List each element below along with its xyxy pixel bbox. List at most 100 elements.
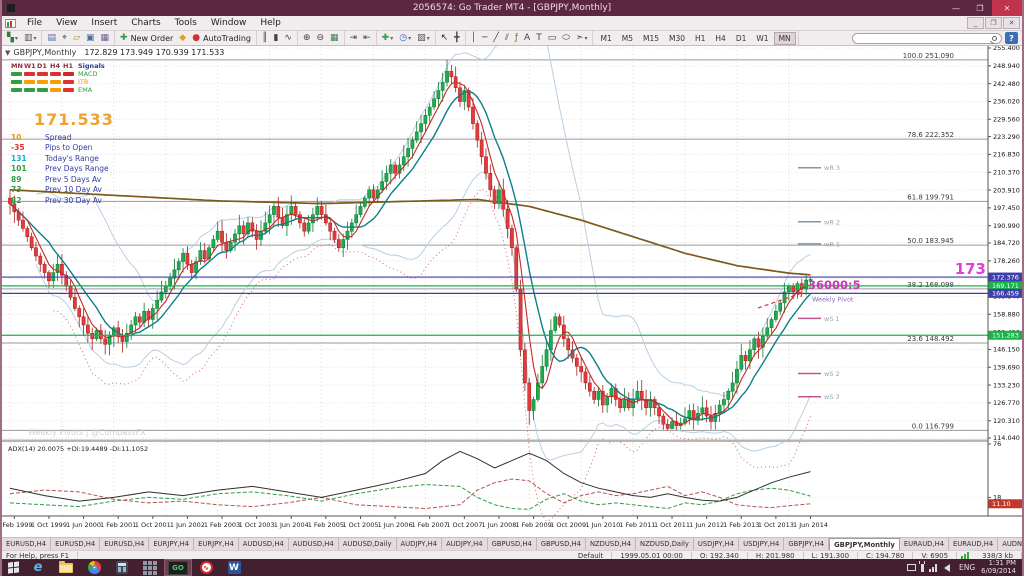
terminal-button[interactable]: ▣ <box>83 32 98 45</box>
timeframe-m30[interactable]: M30 <box>664 32 690 45</box>
svg-text:1 Oct 2007: 1 Oct 2007 <box>446 521 482 529</box>
vertical-line-button[interactable]: │ <box>468 32 479 45</box>
price-chart[interactable]: 100.0 251.09078.6 222.35261.8 199.79150.… <box>2 46 1024 537</box>
chart-tab-audnzd-h4[interactable]: AUDNZD,H4 <box>998 538 1024 550</box>
fibonacci-button[interactable]: ƒ <box>512 32 521 45</box>
start-button[interactable] <box>2 559 24 576</box>
timeframe-h4[interactable]: H4 <box>710 32 730 45</box>
window-title: 2056574: Go Trader MT4 - [GBPJPY,Monthly… <box>2 3 1022 13</box>
timeframe-m15[interactable]: M15 <box>638 32 664 45</box>
crosshair-button[interactable]: ╋ <box>451 32 462 45</box>
close-button[interactable]: ✕ <box>992 0 1022 16</box>
new-order-button[interactable]: ✚New Order <box>117 32 176 45</box>
zoom-out-button[interactable]: ⊖ <box>313 32 327 45</box>
chart-tab-eurusd-h4[interactable]: EURUSD,H4 <box>100 538 149 550</box>
tray-power-icon[interactable] <box>921 564 924 572</box>
taskbar-word[interactable]: W <box>220 559 248 576</box>
taskbar-ie[interactable]: e <box>24 559 52 576</box>
indicators-button[interactable]: ✚▾ <box>379 32 397 45</box>
strategy-tester-button-icon: ▦ <box>101 34 110 43</box>
chart-tab-eurusd-h4[interactable]: EURUSD,H4 <box>51 538 100 550</box>
menu-tools[interactable]: Tools <box>168 17 204 29</box>
maximize-button[interactable]: ❐ <box>968 0 992 16</box>
timeframe-w1[interactable]: W1 <box>751 32 773 45</box>
taskbar-chrome[interactable] <box>80 559 108 576</box>
chart-tab-audjpy-h4[interactable]: AUDJPY,H4 <box>442 538 488 550</box>
child-close-button[interactable]: ✕ <box>1003 17 1020 29</box>
mql-community-button[interactable]: ◆ <box>176 32 189 45</box>
chart-tab-audusd-h4[interactable]: AUDUSD,H4 <box>289 538 339 550</box>
data-window-button[interactable]: ⌖ <box>59 32 70 45</box>
taskbar-gotrader[interactable]: GO <box>164 559 192 576</box>
chart-tab-gbpjpy-monthly[interactable]: GBPJPY,Monthly <box>829 538 900 550</box>
chart-tab-usdjpy-h4[interactable]: USDJPY,H4 <box>739 538 784 550</box>
auto-scroll-button[interactable]: ⇥ <box>347 32 361 45</box>
search-input[interactable] <box>852 33 1002 44</box>
zoom-in-button[interactable]: ⊕ <box>300 32 314 45</box>
menu-insert[interactable]: Insert <box>84 17 124 29</box>
cursor-button[interactable]: ↖ <box>438 32 452 45</box>
trendline-button[interactable]: ╱ <box>490 32 501 45</box>
chart-tab-nzdusd-daily[interactable]: NZDUSD,Daily <box>636 538 694 550</box>
chart-tab-gbpjpy-h4[interactable]: GBPJPY,H4 <box>784 538 829 550</box>
chart-tab-euraud-h4[interactable]: EURAUD,H4 <box>900 538 949 550</box>
chart-tab-euraud-h4[interactable]: EURAUD,H4 <box>949 538 998 550</box>
text-button[interactable]: A <box>521 32 533 45</box>
child-restore-button[interactable]: ❐ <box>985 17 1002 29</box>
strategy-tester-button[interactable]: ▦ <box>98 32 113 45</box>
chart-shift-button[interactable]: ⇤ <box>360 32 374 45</box>
chart-tab-gbpusd-h4[interactable]: GBPUSD,H4 <box>488 538 537 550</box>
timeframe-mn[interactable]: MN <box>774 32 796 45</box>
tray-network-icon[interactable] <box>929 564 938 572</box>
taskbar-grid-app[interactable] <box>136 559 164 576</box>
svg-text:1 Oct 2005: 1 Oct 2005 <box>342 521 378 529</box>
svg-text:1 Oct 2001: 1 Oct 2001 <box>135 521 171 529</box>
line-chart-button[interactable]: ∿ <box>281 32 295 45</box>
menu-charts[interactable]: Charts <box>124 17 167 29</box>
minimize-button[interactable]: — <box>944 0 968 16</box>
tile-windows-button[interactable]: ▦ <box>327 32 342 45</box>
chart-tab-gbpusd-h4[interactable]: GBPUSD,H4 <box>537 538 586 550</box>
menu-window[interactable]: Window <box>204 17 254 29</box>
tray-volume-icon[interactable] <box>944 564 950 572</box>
rectangle-button[interactable]: ▭ <box>545 32 560 45</box>
menu-help[interactable]: Help <box>253 17 288 29</box>
chart-tab-usdjpy-h4[interactable]: USDJPY,H4 <box>694 538 739 550</box>
timeframe-d1[interactable]: D1 <box>731 32 752 45</box>
tray-window-icon[interactable] <box>907 564 916 571</box>
chart-tab-audjpy-h4[interactable]: AUDJPY,H4 <box>397 538 443 550</box>
menu-file[interactable]: File <box>20 17 49 29</box>
profiles-button[interactable]: ▥▾ <box>21 32 40 45</box>
timeframe-h1[interactable]: H1 <box>690 32 710 45</box>
child-minimize-button[interactable]: _ <box>967 17 984 29</box>
tray-clock[interactable]: 1:31 PM6/09/2014 <box>981 560 1016 575</box>
taskbar-explorer[interactable] <box>52 559 80 576</box>
help-button[interactable]: ? <box>1005 32 1018 44</box>
arrows-button[interactable]: ➣▾ <box>573 32 591 45</box>
timeframe-m1[interactable]: M1 <box>595 32 616 45</box>
horizontal-line-button[interactable]: ─ <box>479 32 490 45</box>
chart-window[interactable]: 100.0 251.09078.6 222.35261.8 199.79150.… <box>2 46 1024 537</box>
menu-view[interactable]: View <box>49 17 84 29</box>
candlestick-chart-button[interactable]: ▮ <box>270 32 281 45</box>
taskbar-calculator[interactable] <box>108 559 136 576</box>
chart-tab-audusd-daily[interactable]: AUDUSD,Daily <box>339 538 397 550</box>
chart-tab-eurjpy-h4[interactable]: EURJPY,H4 <box>149 538 194 550</box>
chart-tab-audusd-h4[interactable]: AUDUSD,H4 <box>239 538 289 550</box>
autotrading-button[interactable]: ●AutoTrading <box>189 32 254 45</box>
bar-chart-button[interactable]: ║ <box>259 32 270 45</box>
templates-button[interactable]: ▨▾ <box>414 32 433 45</box>
timeframe-m5[interactable]: M5 <box>617 32 638 45</box>
market-watch-button[interactable]: ▤ <box>44 32 59 45</box>
new-chart-button[interactable]: ▚▾ <box>4 32 21 45</box>
channel-button[interactable]: ⫽ <box>502 32 512 45</box>
periods-button[interactable]: ◷▾ <box>396 32 414 45</box>
navigator-button[interactable]: ▱ <box>70 32 83 45</box>
chart-tab-eurusd-h4[interactable]: EURUSD,H4 <box>2 538 51 550</box>
label-button[interactable]: T <box>533 32 545 45</box>
ellipse-button[interactable]: ⬭ <box>559 32 573 45</box>
taskbar-metatrader[interactable]: ∿ <box>192 559 220 576</box>
tray-language[interactable]: ENG <box>959 563 975 572</box>
chart-tab-nzdusd-h4[interactable]: NZDUSD,H4 <box>586 538 636 550</box>
chart-tab-eurjpy-h4[interactable]: EURJPY,H4 <box>194 538 239 550</box>
